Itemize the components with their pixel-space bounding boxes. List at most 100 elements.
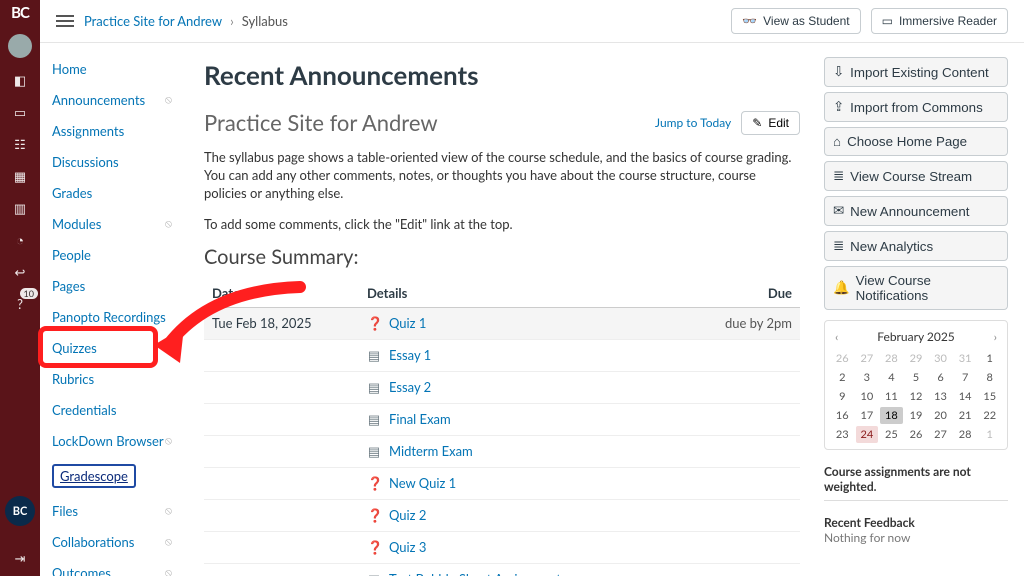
cal-day[interactable]: 25 — [880, 426, 903, 443]
cal-day[interactable]: 6 — [929, 369, 952, 386]
cal-day[interactable]: 29 — [905, 350, 928, 367]
nav-item-gradescope[interactable]: Gradescope — [52, 460, 180, 492]
assignment-link[interactable]: Essay 1 — [389, 347, 431, 363]
nav-item-home[interactable]: Home — [52, 57, 180, 81]
cal-day[interactable]: 20 — [929, 407, 952, 424]
nav-link[interactable]: Pages — [52, 278, 85, 294]
cal-day[interactable]: 13 — [929, 388, 952, 405]
assignment-link[interactable]: Test Bubble Sheet Assignment — [389, 571, 561, 576]
cal-day[interactable]: 14 — [954, 388, 977, 405]
assignment-link[interactable]: Quiz 2 — [389, 507, 426, 523]
cal-day[interactable]: 21 — [954, 407, 977, 424]
nav-link[interactable]: Files — [52, 503, 78, 519]
commons-icon[interactable]: ↩ — [10, 262, 30, 282]
cal-day[interactable]: 27 — [856, 350, 879, 367]
cal-day[interactable]: 7 — [954, 369, 977, 386]
cal-prev-icon[interactable]: ‹ — [835, 329, 838, 344]
cal-day[interactable]: 8 — [978, 369, 1001, 386]
cal-day[interactable]: 2 — [831, 369, 854, 386]
assignment-link[interactable]: Quiz 3 — [389, 539, 426, 555]
assignment-link[interactable]: Midterm Exam — [389, 443, 473, 459]
account-avatar[interactable] — [8, 34, 32, 58]
nav-item-credentials[interactable]: Credentials — [52, 398, 180, 422]
immersive-reader-button[interactable]: ▭ Immersive Reader — [871, 8, 1008, 34]
nav-item-modules[interactable]: Modules⦸ — [52, 212, 180, 236]
nav-link[interactable]: Outcomes — [52, 565, 111, 576]
nav-link[interactable]: Modules — [52, 216, 101, 232]
cal-day[interactable]: 31 — [954, 350, 977, 367]
nav-item-people[interactable]: People — [52, 243, 180, 267]
nav-link[interactable]: Announcements — [52, 92, 145, 108]
sidebar-button-new-announcement[interactable]: ✉New Announcement — [824, 196, 1008, 226]
nav-item-lockdown-browser[interactable]: LockDown Browser⦸ — [52, 429, 180, 453]
dashboard-icon[interactable]: ◧ — [10, 70, 30, 90]
cal-day[interactable]: 24 — [856, 426, 879, 443]
nav-link[interactable]: Home — [52, 61, 87, 77]
nav-item-panopto-recordings[interactable]: Panopto Recordings — [52, 305, 180, 329]
bc-circle-icon[interactable]: BC — [5, 496, 35, 526]
nav-item-outcomes[interactable]: Outcomes⦸ — [52, 561, 180, 576]
cal-day[interactable]: 1 — [978, 350, 1001, 367]
cal-day[interactable]: 26 — [905, 426, 928, 443]
cal-day[interactable]: 1 — [978, 426, 1001, 443]
groups-icon[interactable]: ☷ — [10, 134, 30, 154]
cal-day[interactable]: 4 — [880, 369, 903, 386]
edit-button[interactable]: ✎ Edit — [741, 111, 800, 135]
collapse-rail-icon[interactable]: ⇥ — [10, 548, 30, 568]
inbox-icon[interactable]: ▥ — [10, 198, 30, 218]
nav-item-discussions[interactable]: Discussions — [52, 150, 180, 174]
cal-day[interactable]: 15 — [978, 388, 1001, 405]
nav-link[interactable]: Grades — [52, 185, 92, 201]
cal-day[interactable]: 23 — [831, 426, 854, 443]
history-icon[interactable]: ◔ — [10, 230, 30, 250]
cal-day[interactable]: 22 — [978, 407, 1001, 424]
nav-link[interactable]: People — [52, 247, 91, 263]
cal-day[interactable]: 9 — [831, 388, 854, 405]
cal-day[interactable]: 10 — [856, 388, 879, 405]
sidebar-button-view-course-stream[interactable]: ≣View Course Stream — [824, 161, 1008, 191]
nav-item-grades[interactable]: Grades — [52, 181, 180, 205]
courses-icon[interactable]: ▭ — [10, 102, 30, 122]
cal-day[interactable]: 30 — [929, 350, 952, 367]
cal-day[interactable]: 28 — [880, 350, 903, 367]
sidebar-button-new-analytics[interactable]: ≣New Analytics — [824, 231, 1008, 261]
sidebar-button-import-from-commons[interactable]: ⇪Import from Commons — [824, 92, 1008, 122]
cal-day[interactable]: 12 — [905, 388, 928, 405]
cal-next-icon[interactable]: › — [994, 329, 997, 344]
hamburger-icon[interactable] — [56, 15, 74, 27]
bc-logo[interactable]: BC — [11, 4, 29, 22]
cal-day[interactable]: 16 — [831, 407, 854, 424]
breadcrumb-course-link[interactable]: Practice Site for Andrew — [84, 13, 222, 29]
nav-link[interactable]: LockDown Browser — [52, 433, 164, 449]
calendar-icon[interactable]: ▦ — [10, 166, 30, 186]
assignment-link[interactable]: New Quiz 1 — [389, 475, 456, 491]
cal-day[interactable]: 18 — [880, 407, 903, 424]
cal-day[interactable]: 3 — [856, 369, 879, 386]
col-details[interactable]: Details — [359, 279, 710, 308]
assignment-link[interactable]: Essay 2 — [389, 379, 431, 395]
view-as-student-button[interactable]: 👓 View as Student — [731, 8, 860, 34]
nav-link[interactable]: Discussions — [52, 154, 119, 170]
help-icon[interactable]: ? 10 — [10, 294, 30, 314]
nav-link[interactable]: Quizzes — [52, 340, 97, 356]
assignment-link[interactable]: Final Exam — [389, 411, 451, 427]
nav-item-collaborations[interactable]: Collaborations⦸ — [52, 530, 180, 554]
sidebar-button-view-course-notifications[interactable]: 🔔View Course Notifications — [824, 266, 1008, 310]
nav-link[interactable]: Gradescope — [60, 468, 128, 484]
cal-day[interactable]: 27 — [929, 426, 952, 443]
nav-link[interactable]: Collaborations — [52, 534, 134, 550]
nav-item-assignments[interactable]: Assignments — [52, 119, 180, 143]
nav-item-files[interactable]: Files⦸ — [52, 499, 180, 523]
nav-link[interactable]: Rubrics — [52, 371, 94, 387]
cal-day[interactable]: 11 — [880, 388, 903, 405]
col-due[interactable]: Due — [710, 279, 800, 308]
nav-link[interactable]: Panopto Recordings — [52, 309, 166, 325]
assignment-link[interactable]: Quiz 1 — [389, 315, 426, 331]
cal-day[interactable]: 19 — [905, 407, 928, 424]
nav-item-rubrics[interactable]: Rubrics — [52, 367, 180, 391]
col-date[interactable]: Date — [204, 279, 359, 308]
nav-link[interactable]: Assignments — [52, 123, 124, 139]
nav-link[interactable]: Credentials — [52, 402, 116, 418]
cal-day[interactable]: 28 — [954, 426, 977, 443]
nav-item-quizzes[interactable]: Quizzes⦸ — [52, 336, 180, 360]
